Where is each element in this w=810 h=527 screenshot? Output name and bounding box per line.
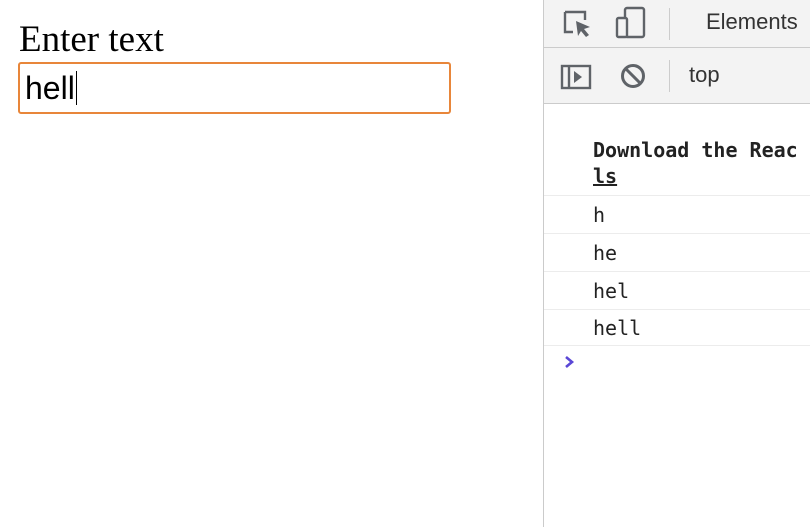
console-log-text: hel xyxy=(593,279,630,303)
console-log-row: h xyxy=(544,196,810,234)
console-log-row: he xyxy=(544,234,810,272)
inspect-element-icon[interactable] xyxy=(562,9,594,39)
device-toggle-icon[interactable] xyxy=(614,6,648,40)
input-value: hell xyxy=(25,70,75,106)
sidebar-toggle-icon[interactable] xyxy=(560,64,592,90)
screen: Enter text hell Elements top Download th… xyxy=(0,0,810,527)
console-output: Download the Reac ls h he hel hell xyxy=(544,104,810,527)
download-message-text: Download the Reac xyxy=(593,138,798,162)
console-log-text: he xyxy=(593,241,618,265)
toolbar-separator xyxy=(669,60,670,92)
console-log-row: hell xyxy=(544,310,810,346)
chevron-right-icon[interactable] xyxy=(561,352,577,372)
context-selector[interactable]: top xyxy=(689,62,720,88)
download-message-link[interactable]: ls xyxy=(593,164,617,188)
clear-console-icon[interactable] xyxy=(619,62,647,90)
console-log-text: h xyxy=(593,203,606,227)
console-log-text: hell xyxy=(593,316,642,340)
text-caret xyxy=(75,71,77,105)
page-area: Enter text hell xyxy=(0,0,543,527)
input-label: Enter text xyxy=(19,19,164,60)
console-message-download: Download the Reac ls xyxy=(544,134,810,196)
devtools-main-toolbar: Elements xyxy=(544,0,810,48)
text-input[interactable]: hell xyxy=(18,62,451,114)
devtools-panel: Elements top Download the Reac ls h he h… xyxy=(543,0,810,527)
tab-elements[interactable]: Elements xyxy=(706,9,798,35)
toolbar-separator xyxy=(669,8,670,40)
console-toolbar: top xyxy=(544,48,810,104)
console-log-row: hel xyxy=(544,272,810,310)
